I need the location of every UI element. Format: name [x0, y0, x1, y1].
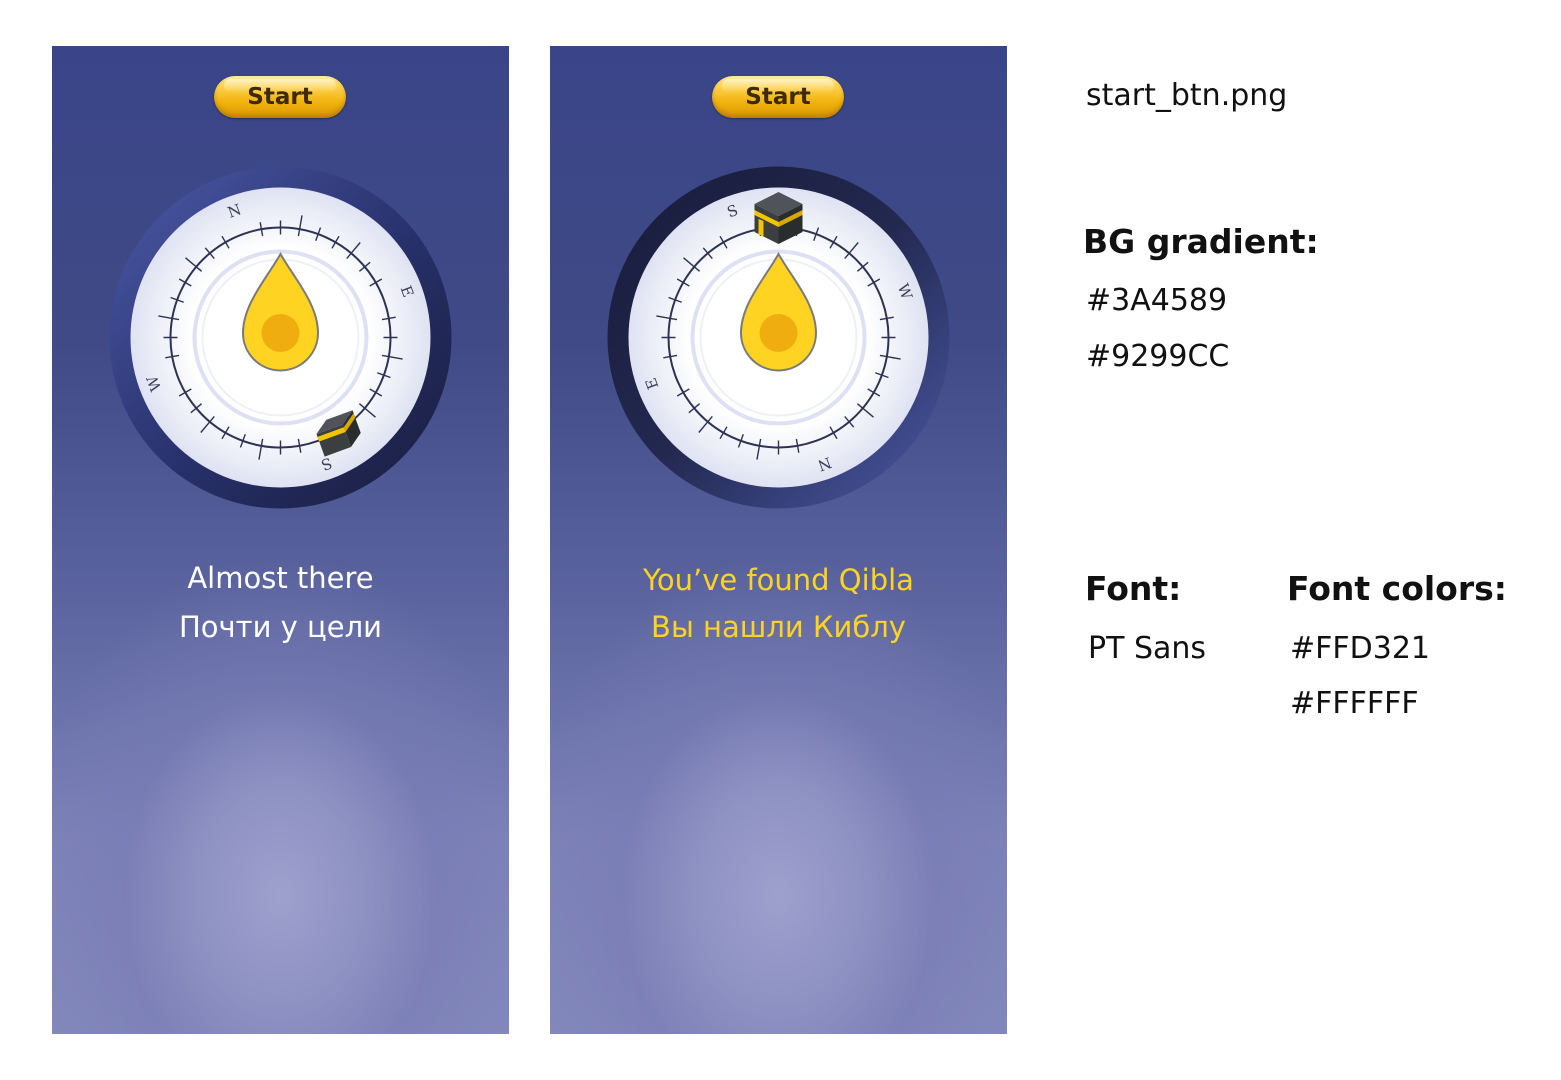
- font-heading: Font:: [1085, 569, 1182, 608]
- bg-gradient-color-1: #3A4589: [1086, 283, 1228, 318]
- status-line-1: You’ve found Qibla: [643, 563, 914, 597]
- font-color-1: #FFD321: [1290, 631, 1431, 666]
- status-line-2: Вы нашли Киблу: [651, 610, 906, 644]
- start-button-label: Start: [745, 84, 811, 110]
- bg-gradient-color-2: #9299CC: [1086, 339, 1230, 374]
- asset-filename: start_btn.png: [1086, 78, 1288, 113]
- font-colors-heading: Font colors:: [1287, 569, 1507, 608]
- status-line-2: Почти у цели: [179, 610, 382, 644]
- start-button-label: Start: [247, 84, 313, 110]
- status-line-1: Almost there: [187, 561, 374, 595]
- screen-almost-there: Start N E S W Almost there Почти у цели: [52, 46, 509, 1034]
- compass: N E S W: [607, 166, 950, 509]
- start-button[interactable]: Start: [214, 76, 346, 118]
- compass: N E S W: [109, 166, 452, 509]
- start-button[interactable]: Start: [712, 76, 844, 118]
- bg-gradient-heading: BG gradient:: [1083, 222, 1319, 261]
- screen-qibla-found: Start N E S W You’ve found Qibla Вы нашл…: [550, 46, 1007, 1034]
- font-color-2: #FFFFFF: [1290, 686, 1419, 721]
- font-name: PT Sans: [1088, 631, 1207, 666]
